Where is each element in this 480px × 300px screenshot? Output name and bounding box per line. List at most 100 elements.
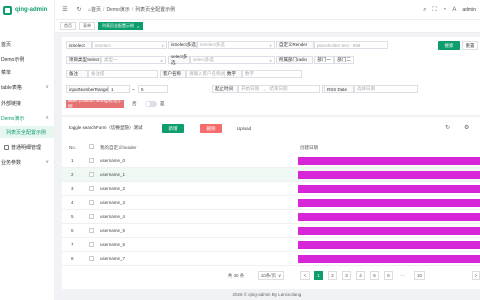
remark-input[interactable]: 备注提 [88, 70, 158, 78]
number-range-min[interactable]: 1 [108, 85, 130, 93]
page-ellipsis[interactable]: ··· [398, 271, 407, 280]
row-username: username_0 [100, 158, 126, 163]
table-row[interactable]: 6 username_5 [62, 224, 480, 238]
field-label: inputNumberRange [66, 85, 108, 93]
row-checkbox[interactable] [89, 256, 94, 261]
field-label: 项目类型Select [66, 56, 101, 64]
row-date-cell [298, 241, 480, 249]
user-name[interactable]: admin [462, 7, 476, 13]
page-number-button[interactable]: 10 [414, 271, 425, 280]
row-checkbox[interactable] [89, 186, 94, 191]
isselect-field[interactable]: isSelect ∨ [92, 41, 167, 49]
tab-form[interactable]: 表单 [79, 22, 95, 30]
breadcrumb-current: 列表页全配置示例 [135, 7, 176, 13]
table-row[interactable]: 3 username_2 [62, 182, 480, 196]
close-icon[interactable]: × [137, 24, 139, 29]
date-range-picker[interactable]: 开始日期 → 结束日期 [238, 85, 320, 93]
table-row[interactable]: 4 username_3 [62, 196, 480, 210]
reset-button[interactable]: 重置 [462, 41, 478, 50]
department-radio-1[interactable]: 部门一 [314, 56, 334, 64]
row-checkbox[interactable] [89, 158, 94, 163]
date-range-arrow: → [262, 86, 267, 92]
notification-icon[interactable]: ◔ [443, 7, 447, 13]
row-checkbox[interactable] [89, 228, 94, 233]
column-settings-icon[interactable]: ⚙ [464, 124, 469, 131]
row-checkbox[interactable] [89, 200, 94, 205]
sidebar-item-business-params[interactable]: 业务参数 ∨ [0, 156, 54, 168]
table-row[interactable]: 5 username_4 [62, 210, 480, 224]
field-label: 自定义Render [276, 41, 314, 49]
row-number: 6 [71, 228, 74, 233]
table-row[interactable]: 7 username_6 [62, 238, 480, 252]
sidebar-item-demo[interactable]: Demo示例 [0, 53, 54, 65]
sidebar-item-list-config[interactable]: 列表页全配置示例 [0, 126, 54, 138]
row-checkbox[interactable] [89, 172, 94, 177]
page-number-button[interactable]: 4 [356, 271, 365, 280]
search-button[interactable]: 搜索 [438, 41, 460, 50]
breadcrumb-item[interactable]: 首页 [91, 6, 101, 13]
row-date-cell [298, 157, 480, 165]
column-header-date[interactable]: 创建日期 [300, 145, 318, 151]
app-logo[interactable]: qing-admin [0, 0, 54, 20]
upload-button[interactable]: Upload [232, 124, 256, 133]
page-size-select[interactable]: 10条/页 ∨ [258, 271, 284, 280]
rss-date-picker[interactable]: 选择日期 [354, 85, 418, 93]
sidebar-item-external-link[interactable]: 外部链接 [0, 97, 54, 109]
refresh-table-icon[interactable]: ↻ [445, 124, 450, 131]
select-multi-field[interactable]: select多选 ∨ [190, 56, 275, 64]
number-range-max[interactable]: 5 [138, 85, 168, 93]
sidebar-item-menu[interactable]: 菜单 [0, 66, 54, 78]
table-row[interactable]: 1 username_0 [62, 154, 480, 168]
row-number: 8 [71, 256, 74, 261]
fullscreen-icon[interactable]: ⛶ [433, 7, 437, 14]
sidebar-item-home[interactable]: 首页 [0, 38, 54, 50]
chevron-down-icon: ∨ [45, 84, 49, 90]
row-checkbox[interactable] [89, 242, 94, 247]
collapse-menu-icon[interactable]: ☰ [61, 6, 69, 14]
isselect-multi-field[interactable]: isSelect多选 ∨ [197, 41, 275, 49]
chevron-down-icon: ∨ [45, 159, 49, 165]
select-all-checkbox[interactable] [89, 144, 94, 149]
page-number-button[interactable]: 5 [370, 271, 379, 280]
add-button[interactable]: 新增 [162, 124, 184, 133]
custom-render-input[interactable]: placeholder text - 999 [314, 41, 388, 49]
table-row[interactable]: 8 username_7 [62, 252, 480, 266]
project-type-select[interactable]: 类型一 ∨ [101, 56, 166, 64]
row-username: username_7 [100, 256, 126, 261]
row-date-cell [298, 213, 480, 221]
toggle-search-form-title[interactable]: toggle searchForm（切换显隐）测试 [69, 124, 143, 132]
sidebar-item-table[interactable]: table表格 ∨ [0, 81, 54, 93]
language-icon[interactable]: A [452, 7, 456, 13]
column-header-custom[interactable]: 我的自定义header [100, 145, 137, 151]
page-number-button[interactable]: 3 [342, 271, 351, 280]
page-number-button[interactable]: 1 [314, 271, 323, 280]
sidebar-item-demo-showcase[interactable]: Demo演示 ∧ [0, 112, 54, 124]
table-row[interactable]: 2 username_1 [62, 168, 480, 182]
refresh-icon[interactable]: ↻ [75, 6, 83, 14]
number-input[interactable]: 数字 [242, 70, 302, 78]
tab-home[interactable]: 首页 [60, 22, 76, 30]
tab-list-config[interactable]: 列表页全配置示例 × [98, 22, 144, 30]
sidebar-item-detail-manage[interactable]: 普通明细管理 [0, 141, 54, 153]
field-label: isSelect多选 [168, 41, 197, 49]
row-username: username_1 [100, 172, 126, 177]
row-username: username_5 [100, 228, 126, 233]
search-icon[interactable]: ⌕ [423, 7, 426, 14]
page-number-button[interactable]: 6 [384, 271, 393, 280]
top-header: ☰ ↻ ⌂ 首页 / Demo演示 / 列表页全配置示例 ⌕ ⛶ ◔ A adm… [55, 0, 480, 20]
search-form: isSelect isSelect ∨ isSelect多选 isSelect多选… [62, 37, 480, 115]
sidebar: qing-admin 首页 Demo示例 菜单 table表格 ∨ 外部链接 D… [0, 0, 55, 300]
delete-button[interactable]: 删除 [200, 124, 222, 133]
row-date-cell [298, 199, 480, 207]
tabs-bar: 首页 表单 列表页全配置示例 × [55, 20, 480, 33]
breadcrumb-item[interactable]: Demo演示 [106, 6, 129, 13]
breadcrumb: ⌂ 首页 / Demo演示 / 列表页全配置示例 [88, 6, 176, 14]
department-radio-2[interactable]: 部门二 [334, 56, 354, 64]
page-number-button[interactable]: 2 [328, 271, 337, 280]
next-page-button[interactable]: > [472, 271, 480, 280]
date-start: 开始日期 [241, 86, 259, 91]
label-toggle-switch[interactable] [145, 101, 157, 107]
row-checkbox[interactable] [89, 214, 94, 219]
prev-page-button[interactable]: < [300, 271, 310, 280]
row-date-cell [298, 227, 480, 235]
